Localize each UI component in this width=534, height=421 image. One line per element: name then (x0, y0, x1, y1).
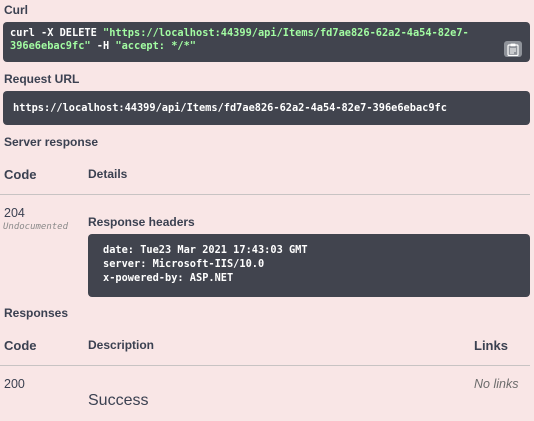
response-row-links: No links (474, 377, 519, 391)
request-url-label: Request URL (4, 72, 80, 86)
curl-url-part1: "https://localhost:44399/api/Items/fd7ae… (103, 27, 469, 39)
responses-label: Responses (4, 306, 69, 320)
undocumented-label: Undocumented (3, 222, 69, 232)
responses-divider (0, 365, 530, 366)
curl-command-block[interactable]: curl -X DELETE "https://localhost:44399/… (3, 22, 530, 62)
clipboard-icon (507, 43, 519, 56)
server-response-details-header: Details (88, 167, 128, 181)
curl-header-value: "accept: */*" (115, 40, 196, 52)
response-row-code: 200 (4, 377, 25, 391)
curl-prefix: curl -X DELETE (10, 27, 103, 39)
response-header-x-powered-by: x-powered-by: ASP.NET (103, 272, 234, 284)
curl-flag: -H (90, 40, 116, 52)
responses-links-header: Links (474, 338, 508, 353)
curl-label: Curl (4, 3, 28, 17)
response-headers-block[interactable]: date: Tue23 Mar 2021 17:43:03 GMT server… (88, 234, 530, 297)
response-row-description: Success (88, 392, 149, 409)
curl-line-2: 396e6ebac9fc" -H "accept: */*" (10, 40, 496, 53)
copy-to-clipboard-button[interactable] (504, 41, 522, 57)
server-response-label: Server response (4, 135, 99, 149)
server-response-code-header: Code (4, 167, 37, 182)
response-headers-title: Response headers (88, 215, 195, 229)
server-response-code: 204 (4, 206, 25, 220)
response-header-date: date: Tue23 Mar 2021 17:43:03 GMT (103, 244, 308, 256)
response-header-server: server: Microsoft-IIS/10.0 (103, 258, 265, 270)
responses-code-header: Code (4, 338, 37, 353)
curl-url-part2: 396e6ebac9fc" (10, 40, 91, 52)
request-url-block[interactable]: https://localhost:44399/api/Items/fd7ae8… (3, 91, 530, 125)
server-response-divider (0, 194, 530, 195)
responses-description-header: Description (88, 338, 155, 352)
curl-line-1: curl -X DELETE "https://localhost:44399/… (10, 27, 496, 40)
